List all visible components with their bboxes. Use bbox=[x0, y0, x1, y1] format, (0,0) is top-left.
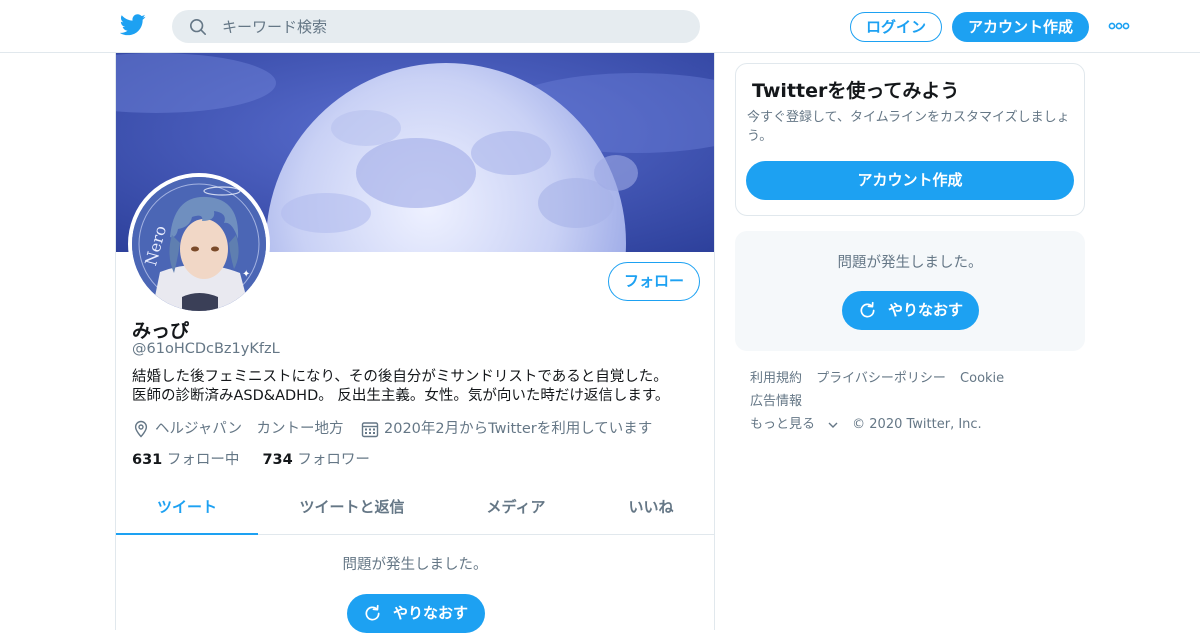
avatar-image: Nero ✦ ✦ bbox=[132, 177, 266, 311]
footer-more-label: もっと見る bbox=[750, 417, 816, 432]
signup-card-button[interactable]: アカウント作成 bbox=[746, 161, 1074, 200]
calendar-icon bbox=[361, 422, 379, 438]
tab-tweets[interactable]: ツイート bbox=[116, 483, 258, 535]
timeline-retry-button[interactable]: やりなおす bbox=[347, 594, 485, 633]
following-link[interactable]: 631 フォロー中 bbox=[132, 452, 239, 468]
retry-label: やりなおす bbox=[393, 604, 469, 622]
followers-link[interactable]: 734 フォロワー bbox=[262, 452, 369, 468]
profile-joined-date: 2020年2月からTwitterを利用しています bbox=[384, 421, 653, 437]
twitter-bird-icon[interactable] bbox=[120, 14, 146, 36]
footer-links: 利用規約 プライバシーポリシー Cookie 広告情報 もっと見る © 2020… bbox=[750, 367, 1080, 436]
footer-link-cookie[interactable]: Cookie bbox=[960, 371, 1004, 386]
following-label: フォロー中 bbox=[166, 452, 240, 468]
svg-text:✦: ✦ bbox=[250, 283, 256, 291]
refresh-icon bbox=[365, 604, 380, 621]
tab-likes[interactable]: いいね bbox=[596, 483, 706, 535]
sidebar-error-card: 問題が発生しました。 やりなおす bbox=[735, 231, 1085, 351]
refresh-icon bbox=[860, 301, 875, 318]
tab-tweets-and-replies[interactable]: ツイートと返信 bbox=[282, 483, 422, 535]
sidebar-retry-button[interactable]: やりなおす bbox=[842, 291, 979, 330]
tab-media[interactable]: メディア bbox=[456, 483, 576, 535]
timeline-error-message: 問題が発生しました。 bbox=[342, 557, 488, 573]
chevron-down-icon bbox=[828, 422, 838, 428]
bio-line: 医師の診断済みASD&ADHD。 反出生主義。女性。気が向いた時だけ返信します。 bbox=[132, 388, 670, 404]
profile-column: Nero ✦ ✦ フォロー みっぴ @61oHCDcBz1yKfzL 結婚した後… bbox=[115, 53, 715, 633]
svg-text:✦: ✦ bbox=[242, 269, 250, 280]
footer-link-terms[interactable]: 利用規約 bbox=[750, 371, 802, 386]
profile-bio: 結婚した後フェミニストになり、その後自分がミサンドリストであると自覚した。 医師… bbox=[132, 368, 702, 406]
footer-more-button[interactable]: もっと見る bbox=[750, 417, 838, 432]
profile-name: みっぴ bbox=[132, 320, 190, 342]
location-icon bbox=[134, 420, 148, 438]
profile-tabs: ツイート ツイートと返信 メディア いいね bbox=[116, 483, 714, 535]
profile-handle: @61oHCDcBz1yKfzL bbox=[132, 341, 280, 357]
search-box[interactable] bbox=[172, 10, 700, 43]
footer-row: もっと見る © 2020 Twitter, Inc. bbox=[750, 413, 1080, 436]
signup-card: Twitterを使ってみよう 今すぐ登録して、タイムラインをカスタマイズしましょ… bbox=[735, 63, 1085, 216]
profile-avatar[interactable]: Nero ✦ ✦ bbox=[128, 173, 270, 315]
login-button[interactable]: ログイン bbox=[850, 12, 942, 42]
search-input[interactable] bbox=[222, 10, 682, 43]
profile-stats: 631 フォロー中 734 フォロワー bbox=[132, 448, 370, 469]
signup-button[interactable]: アカウント作成 bbox=[952, 12, 1089, 42]
followers-count: 734 bbox=[262, 452, 293, 468]
bio-line: 結婚した後フェミニストになり、その後自分がミサンドリストであると自覚した。 bbox=[132, 369, 668, 385]
sidebar-error-message: 問題が発生しました。 bbox=[837, 255, 983, 271]
profile-location: ヘルジャパン カントー地方 bbox=[155, 421, 344, 437]
search-icon bbox=[189, 18, 207, 36]
footer-link-privacy[interactable]: プライバシーポリシー bbox=[816, 371, 946, 386]
following-count: 631 bbox=[132, 452, 163, 468]
retry-label: やりなおす bbox=[888, 301, 964, 319]
more-icon[interactable] bbox=[1108, 22, 1130, 30]
followers-label: フォロワー bbox=[297, 452, 370, 468]
top-navigation-bar: ログイン アカウント作成 bbox=[0, 0, 1200, 53]
footer-link-ads[interactable]: 広告情報 bbox=[750, 394, 802, 409]
footer-copyright: © 2020 Twitter, Inc. bbox=[852, 417, 982, 432]
signup-card-description: 今すぐ登録して、タイムラインをカスタマイズしましょう。 bbox=[747, 110, 1070, 144]
signup-card-title: Twitterを使ってみよう bbox=[752, 80, 960, 102]
follow-button[interactable]: フォロー bbox=[608, 262, 700, 301]
